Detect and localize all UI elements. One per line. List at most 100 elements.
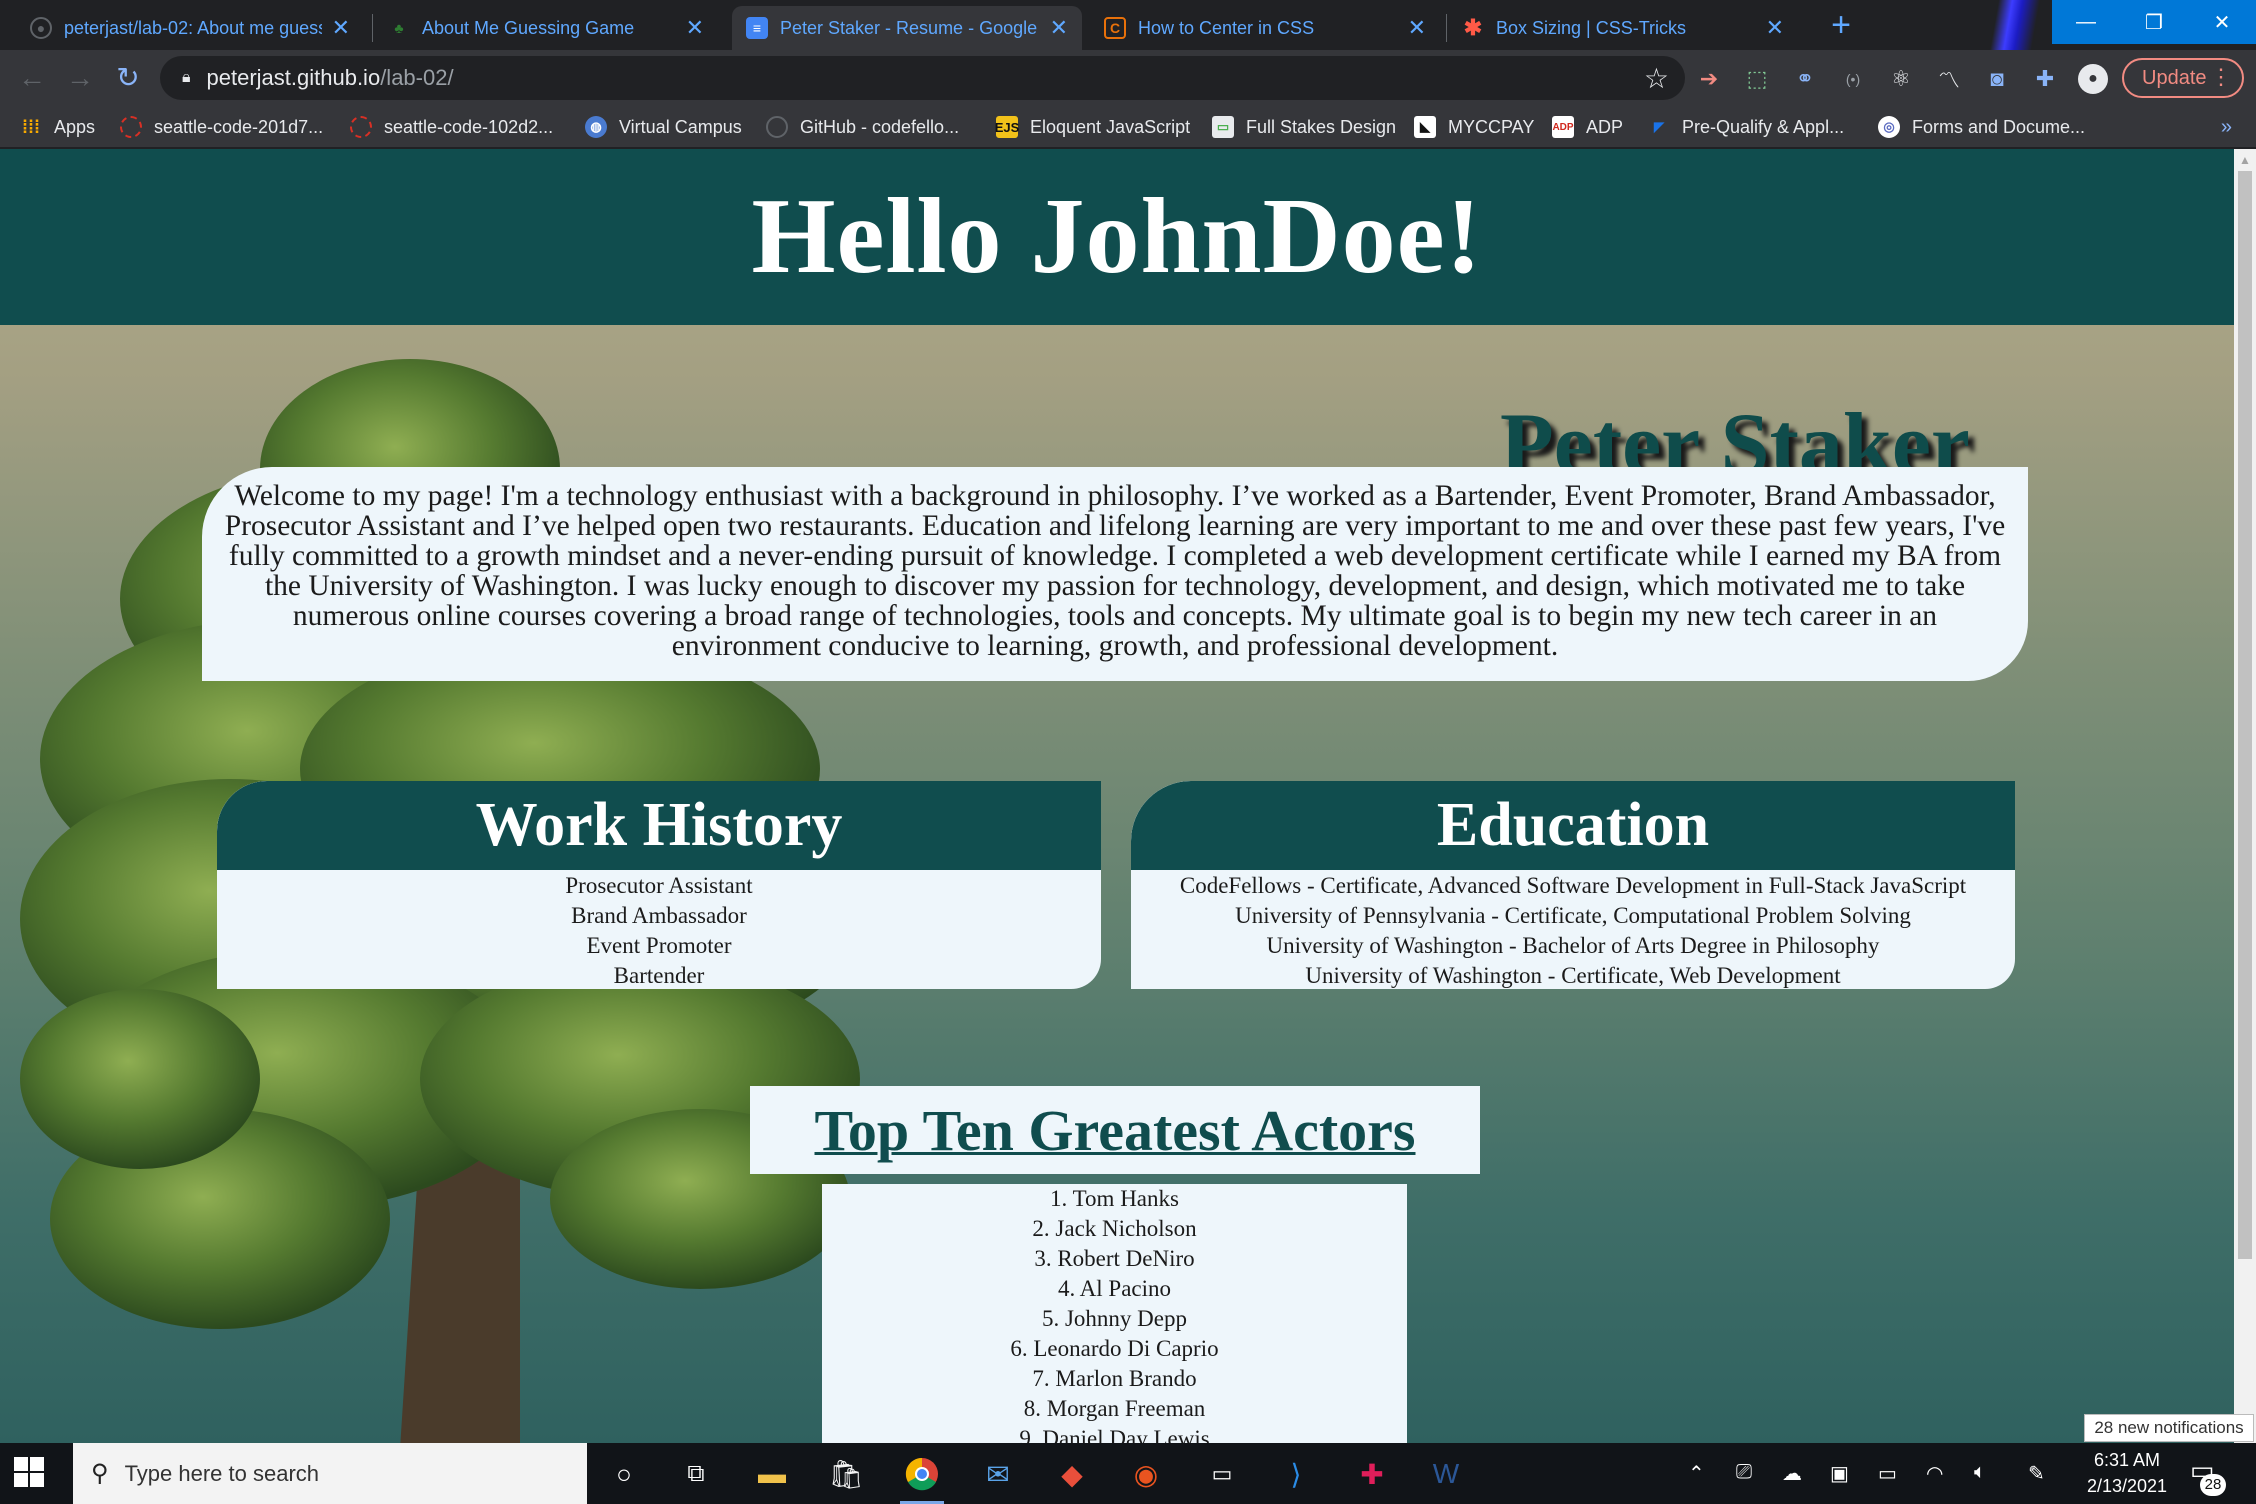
bookmark-virtual-campus[interactable]: ◍ Virtual Campus — [585, 114, 742, 140]
close-tab-icon[interactable]: ✕ — [1408, 15, 1426, 41]
tab-separator — [372, 14, 373, 42]
chrome-taskbar-icon[interactable] — [900, 1453, 944, 1504]
work-history-heading: Work History — [217, 781, 1101, 870]
greeting-banner: Hello JohnDoe! — [0, 149, 2234, 325]
scroll-up-arrow-icon[interactable]: ▲ — [2239, 153, 2251, 167]
work-history-card: Work History Prosecutor Assistant Brand … — [217, 781, 1101, 989]
scrollbar-thumb[interactable] — [2238, 171, 2252, 1259]
tab-guessing-game[interactable]: ♣ About Me Guessing Game ✕ — [374, 6, 718, 50]
chase-icon: ◤ — [1654, 119, 1664, 134]
close-tab-icon[interactable]: ✕ — [332, 15, 350, 41]
canvas-icon — [120, 116, 142, 138]
ubuntu-icon[interactable]: ◉ — [1124, 1453, 1168, 1495]
cortana-icon[interactable]: ○ — [602, 1453, 646, 1495]
canvas-icon — [350, 116, 372, 138]
actor-item: 5. Johnny Depp — [1041, 1306, 1188, 1331]
new-tab-button[interactable]: + — [1823, 8, 1859, 44]
wallpaper-glow — [1985, 0, 2045, 50]
bookmark-star-icon[interactable]: ☆ — [1644, 62, 1669, 95]
bookmark-pre-qualify[interactable]: ◤ Pre-Qualify & Appl... — [1648, 114, 1844, 140]
bookmark-github[interactable]: GitHub - codefello... — [766, 114, 959, 140]
extension-shield-icon[interactable]: ◙ — [1982, 64, 2012, 94]
bookmark-full-stakes[interactable]: ▭ Full Stakes Design — [1212, 114, 1396, 140]
ms-store-icon[interactable]: 🛍︎ — [824, 1453, 868, 1495]
profile-avatar[interactable]: ● — [2078, 64, 2108, 94]
globe-icon: ◍ — [585, 116, 607, 138]
task-view-icon[interactable]: ⧉ — [674, 1453, 718, 1495]
extensions-puzzle-icon[interactable]: ✚ — [2030, 64, 2060, 94]
word-icon[interactable]: W — [1424, 1453, 1468, 1495]
bookmark-myccpay[interactable]: ◣ MYCCPAY — [1414, 114, 1534, 140]
actor-item: 8. Morgan Freeman — [1023, 1396, 1206, 1421]
browser-toolbar: ← → ↻ 🔒︎ peterjast.github.io/lab-02/ ☆ ➔… — [0, 50, 2256, 106]
more-menu-icon[interactable]: ⋮ — [2210, 64, 2232, 90]
apps-grid-icon: ⁞⁞⁞ — [22, 116, 40, 137]
search-icon: ⚲ — [91, 1460, 109, 1487]
address-bar[interactable]: 🔒︎ peterjast.github.io/lab-02/ ☆ — [160, 56, 1685, 100]
page-viewport[interactable]: Hello JohnDoe! Peter Staker Welcome to m… — [0, 149, 2234, 1443]
restore-button[interactable]: ❐ — [2120, 0, 2188, 44]
tab-resume[interactable]: ≡ Peter Staker - Resume - Google Docs ✕ — [732, 6, 1082, 50]
greeting-heading: Hello JohnDoe! — [751, 177, 1483, 296]
notification-count-badge: 28 — [2200, 1474, 2226, 1496]
google-docs-icon: ≡ — [746, 17, 768, 39]
bookmark-forms[interactable]: ◎ Forms and Docume... — [1878, 114, 2085, 140]
volume-icon[interactable]: 🔈︎ — [1974, 1461, 1986, 1484]
extension-screenshot-icon[interactable]: ⬚ — [1742, 64, 1772, 94]
terminal-icon[interactable]: ▭ — [1200, 1453, 1244, 1495]
actors-heading-box: Top Ten Greatest Actors — [750, 1086, 1480, 1174]
work-item: Prosecutor Assistant — [565, 873, 753, 898]
education-item: University of Washington - Bachelor of A… — [1266, 933, 1880, 958]
education-heading: Education — [1131, 781, 2015, 870]
update-button[interactable]: Update ⋮ — [2122, 58, 2244, 98]
tab-lab02-repo[interactable]: ● peterjast/lab-02: About me guessing ga… — [16, 6, 364, 50]
bookmark-adp[interactable]: ADP ADP — [1552, 114, 1623, 140]
close-window-button[interactable]: ✕ — [2188, 0, 2256, 44]
windows-start-icon[interactable] — [14, 1457, 44, 1487]
battery-icon[interactable]: ▭ — [1878, 1461, 1897, 1486]
tree-icon: ♣ — [394, 20, 404, 36]
github-icon — [766, 116, 788, 138]
mail-icon[interactable]: ✉ — [976, 1453, 1020, 1495]
extension-code-icon[interactable]: (•) — [1838, 64, 1868, 94]
work-item: Event Promoter — [586, 933, 732, 958]
lock-icon: 🔒︎ — [182, 69, 191, 86]
tab-box-sizing[interactable]: ✱ Box Sizing | CSS-Tricks ✕ — [1448, 6, 1798, 50]
minimize-button[interactable]: — — [2052, 0, 2120, 44]
extension-link-icon[interactable]: ⚭ — [1790, 64, 1820, 94]
pen-icon[interactable]: ✎ — [2028, 1461, 2045, 1486]
git-kraken-icon[interactable]: ◆ — [1050, 1453, 1094, 1495]
close-tab-icon[interactable]: ✕ — [686, 15, 704, 41]
tab-center-css[interactable]: C How to Center in CSS ✕ — [1090, 6, 1440, 50]
url-path: /lab-02/ — [380, 65, 454, 90]
vscode-icon[interactable]: ⟩ — [1274, 1453, 1318, 1495]
onedrive-icon[interactable]: ☁ — [1782, 1461, 1802, 1486]
back-button[interactable]: ← — [16, 62, 48, 94]
reload-button[interactable]: ↻ — [112, 62, 144, 94]
taskbar-search-box[interactable]: ⚲ Type here to search — [73, 1443, 587, 1504]
react-devtools-icon[interactable]: ⚛ — [1886, 64, 1916, 94]
slack-icon[interactable]: ✚ — [1350, 1453, 1394, 1495]
page-scrollbar[interactable]: ▲ — [2234, 149, 2256, 1443]
meet-now-icon[interactable]: ⎚ — [1736, 1461, 1752, 1484]
system-clock[interactable]: 6:31 AM 2/13/2021 — [2072, 1447, 2182, 1499]
extension-record-icon[interactable]: ➔ — [1694, 64, 1724, 94]
close-tab-icon[interactable]: ✕ — [1050, 15, 1068, 41]
actors-list: 1. Tom Hanks 2. Jack Nicholson 3. Robert… — [822, 1184, 1407, 1443]
css-tricks-icon: ✱ — [1463, 15, 1483, 40]
bookmark-eloquent-js[interactable]: EJS Eloquent JavaScript — [995, 114, 1190, 140]
actors-heading: Top Ten Greatest Actors — [814, 1097, 1416, 1163]
bookmark-seattle-102[interactable]: seattle-code-102d2... — [350, 114, 553, 140]
actor-item: 6. Leonardo Di Caprio — [1010, 1336, 1219, 1361]
bookmark-seattle-201[interactable]: seattle-code-201d7... — [120, 114, 323, 140]
bookmark-apps[interactable]: ⁞⁞⁞ Apps — [20, 114, 95, 140]
wifi-icon[interactable]: ◠ — [1926, 1461, 1943, 1486]
bookmarks-overflow-icon[interactable]: » — [2221, 116, 2232, 139]
forward-button[interactable]: → — [64, 62, 96, 94]
show-hidden-icons[interactable]: ⌃ — [1688, 1461, 1705, 1486]
notifications-toast[interactable]: 28 new notifications — [2084, 1414, 2254, 1442]
close-tab-icon[interactable]: ✕ — [1766, 15, 1784, 41]
screen-capture-icon[interactable]: ▣ — [1830, 1461, 1849, 1486]
extension-wave-icon[interactable]: 〽 — [1934, 64, 1964, 94]
file-explorer-icon[interactable]: ▬ — [750, 1453, 794, 1495]
